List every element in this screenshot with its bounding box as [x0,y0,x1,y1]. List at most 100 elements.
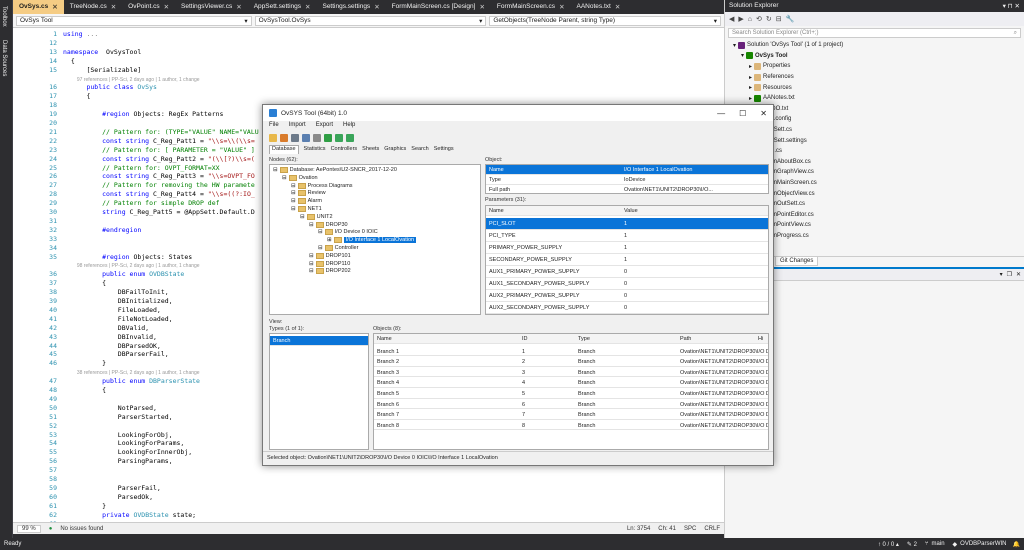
parameter-row[interactable]: SECONDARY_POWER_SUPPLY 1 [486,254,768,266]
code-line[interactable]: const string C_Reg_Patt1 = "\\s=\\(\\s= [63,137,255,145]
document-tab[interactable]: Settings.settings ✕ [316,0,385,14]
expand-arrow-icon[interactable]: ▸ [749,74,752,81]
close-icon[interactable]: ✕ [615,3,620,14]
branch-name[interactable]: main [932,541,945,547]
expander-icon[interactable]: ⊟ [318,245,323,251]
code-line[interactable]: public class OvSys [63,83,156,91]
expander-icon[interactable]: ⊟ [309,253,314,259]
toolbox-tab[interactable]: Toolbox [1,6,7,27]
tree-node[interactable]: ⊟ Ovation [282,174,318,181]
code-line[interactable]: DBFailToInit, [63,288,169,296]
code-line[interactable]: LookingForObj, [63,431,173,439]
code-line[interactable]: FileLoaded, [63,306,161,314]
pin-icon[interactable]: ▾ ⊓ ✕ [1003,2,1020,10]
code-line[interactable]: ParserStarted, [63,413,173,421]
object-row[interactable]: Type IoDevice [486,175,768,185]
object-list-row[interactable]: Branch 2 2 Branch Ovation\NET1\UNIT2\DROP30… [374,357,768,367]
code-line[interactable]: DBInvalid, [63,333,157,341]
code-line[interactable]: // Pattern for simple DROP def [63,199,219,207]
tab-settings[interactable]: Settings [434,145,454,154]
nodes-tree[interactable]: ⊟ Database: AePontes\U2-SNCR_2017-12-20 ⊟ O… [269,164,481,315]
code-line[interactable]: } [63,359,106,367]
pending-changes[interactable]: ✎ 2 [907,541,917,548]
expander-icon[interactable]: ⊞ [327,237,332,243]
expand-arrow-icon[interactable]: ▸ [749,84,752,91]
arrow-down-icon[interactable] [346,134,354,142]
parameter-row[interactable]: PCI_SLOT 1 [486,218,768,230]
code-line[interactable]: #endregion [63,226,141,234]
forward-icon[interactable]: ▶ [738,15,743,23]
tree-node[interactable]: ⊟ DROP30 [309,221,348,228]
parameters-grid[interactable]: Name Value PCI_SLOT 1 PCI_TYPE 1 PRIMARY_POWER… [485,205,769,315]
expander-icon[interactable]: ⊟ [309,222,314,228]
code-line[interactable]: DBParsedOK, [63,342,161,350]
code-line[interactable]: NotParsed, [63,404,157,412]
tree-node[interactable]: ⊟ I/O Device 0 IOIC [318,229,378,236]
solution-item[interactable]: ▸ Properties [729,61,1020,72]
project-dropdown[interactable]: OvSys Tool ▾ [16,15,252,26]
minimize-icon[interactable]: — [717,109,725,118]
tree-node[interactable]: ⊟ Controller [318,245,358,251]
expand-arrow-icon[interactable]: ▸ [749,63,752,70]
code-line[interactable]: // Pattern for: [ PARAMETER = "VALUE" ] [63,146,255,154]
class-dropdown[interactable]: OvSysTool.OvSys ▾ [254,15,487,26]
expand-arrow-icon[interactable]: ▸ [749,95,752,102]
code-line[interactable]: // Pattern for removing the HW paramete [63,181,255,189]
object-grid[interactable]: Name I/O Interface 1 LocalOvation Type IoDe… [485,164,769,194]
tree-node[interactable]: ⊟ Review [291,190,326,197]
menu-item-import[interactable]: Import [289,122,306,130]
code-line[interactable]: // Pattern for: (TYPE="VALUE" NAME="VALU [63,128,259,136]
parameter-row[interactable]: PCI_TYPE 1 [486,230,768,242]
close-icon[interactable]: ✕ [374,3,379,14]
code-line[interactable]: public enum OVDBState [63,270,184,278]
tab-sheets[interactable]: Sheets [362,145,379,154]
solution-item[interactable]: ▸ Resources [729,82,1020,93]
solution-item[interactable]: ▾ OvSys Tool [729,51,1020,62]
document-tab[interactable]: TreeNode.cs ✕ [64,0,122,14]
code-line[interactable]: DBInitialized, [63,297,173,305]
code-line[interactable]: using ... [63,30,98,38]
tree-node[interactable]: ⊟ DROP101 [309,252,351,259]
expander-icon[interactable]: ⊟ [291,198,296,204]
home-icon[interactable]: ⌂ [748,16,752,23]
tab-graphics[interactable]: Graphics [384,145,406,154]
solution-item[interactable]: ▾ Solution 'OvSys Tool' (1 of 1 project) [729,40,1020,51]
code-line[interactable]: LookingForParams, [63,439,185,447]
code-line[interactable]: LookingForInnerObj, [63,448,192,456]
document-tab[interactable]: OvPoint.cs ✕ [122,0,175,14]
tree-node[interactable]: ⊟ UNIT2 [300,213,333,220]
tab-database[interactable]: Database [269,145,299,154]
open-icon[interactable] [269,134,277,142]
repo-name[interactable]: OVDBParserWIN [960,541,1006,547]
document-tab[interactable]: OvSys.cs ✕ [13,0,64,14]
maximize-icon[interactable]: ☐ [739,109,746,118]
expander-icon[interactable]: ⊟ [273,167,278,173]
code-line[interactable]: DBParserFail, [63,350,169,358]
type-row[interactable]: Branch [270,336,368,346]
data-sources-tab[interactable]: Data Sources [1,40,7,76]
object-row[interactable]: Name I/O Interface 1 LocalOvation [486,165,768,175]
bell-icon[interactable]: 🔔 [1013,541,1020,548]
expand-arrow-icon[interactable]: ▾ [741,52,744,59]
close-icon[interactable]: ✕ [52,3,57,14]
object-list-row[interactable]: Branch 3 3 Branch Ovation\NET1\UNIT2\DROP30… [374,368,768,378]
tree-node[interactable]: ⊞ I/O Interface 1 LocalOvation [327,237,417,244]
git-sync-status[interactable]: ↑ 0 / 0 ▴ [878,541,899,548]
properties-icon[interactable]: 🔧 [786,15,795,23]
code-line[interactable]: #region Objects: RegEx Patterns [63,110,223,118]
types-list[interactable]: Branch [269,333,369,450]
tree-node[interactable]: ⊟ Alarm [291,198,322,205]
document-tab[interactable]: FormMainScreen.cs [Design] ✕ [386,0,491,14]
code-line[interactable]: { [63,386,106,394]
tree-node[interactable]: ⊟ DROP110 [309,260,350,267]
export-icon[interactable] [324,134,332,142]
document-tab[interactable]: AppSett.settings ✕ [248,0,317,14]
codelens-info[interactable]: 98 references | PP-Sci, 2 days ago | 1 a… [63,263,200,269]
tree-node[interactable]: ⊟ DROP202 [309,268,351,275]
collapse-icon[interactable]: ⊟ [776,15,782,23]
code-line[interactable]: { [63,92,90,100]
document-tab[interactable]: AANotes.txt ✕ [571,0,627,14]
code-line[interactable]: private OVDBState state; [63,511,196,519]
menu-item-help[interactable]: Help [343,122,355,130]
code-line[interactable]: 98 references | PP-Sci, 2 days ago | 1 a… [63,261,200,269]
